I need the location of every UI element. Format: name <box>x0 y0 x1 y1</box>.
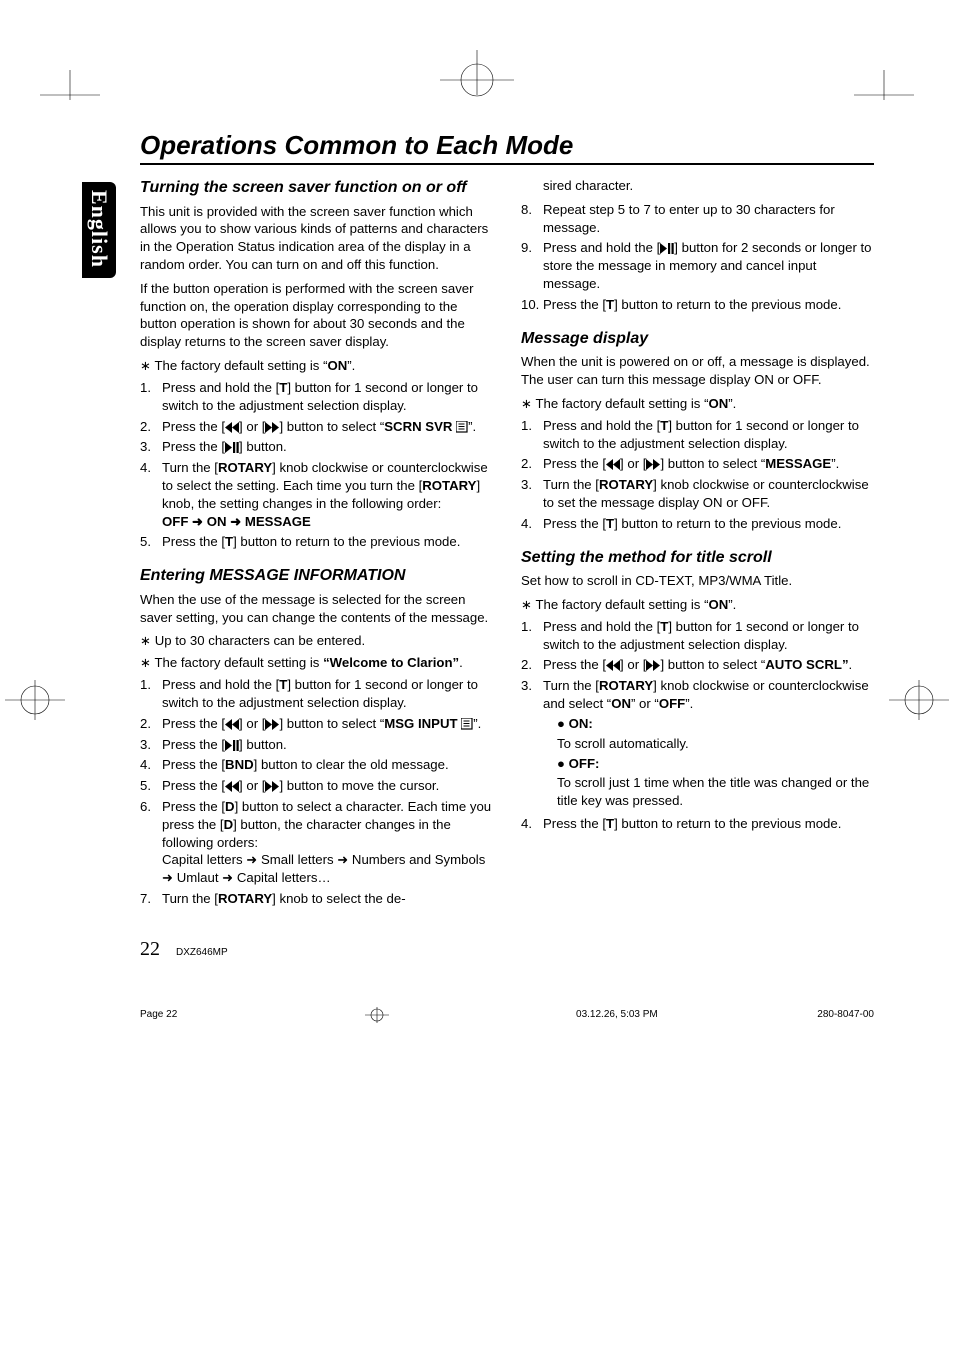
play-pause-icon <box>225 442 239 453</box>
note: ∗ The factory default setting is “ON”. <box>521 596 874 614</box>
para: When the use of the message is selected … <box>140 591 493 627</box>
steps-message-info: 1.Press and hold the [T] button for 1 se… <box>140 676 493 908</box>
fast-forward-icon <box>265 781 279 792</box>
list-icon <box>461 718 473 730</box>
rewind-icon <box>606 660 620 671</box>
rewind-icon <box>225 422 239 433</box>
continuation: sired character. <box>543 177 874 195</box>
heading-screen-saver: Turning the screen saver function on or … <box>140 177 493 199</box>
language-tab: English <box>82 182 116 278</box>
imposition-footer: Page 22 03.12.26, 5:03 PM 280-8047-00 <box>0 1001 954 1053</box>
para: When the unit is powered on or off, a me… <box>521 353 874 389</box>
left-column: Turning the screen saver function on or … <box>140 175 493 914</box>
foot-mid: 03.12.26, 5:03 PM <box>576 1009 658 1020</box>
fast-forward-icon <box>646 660 660 671</box>
steps-title-scroll: 1.Press and hold the [T] button for 1 se… <box>521 618 874 833</box>
foot-left: Page 22 <box>140 1009 177 1020</box>
crop-mark-left <box>0 680 70 720</box>
steps-continued: 8.Repeat step 5 to 7 to enter up to 30 c… <box>521 201 874 314</box>
steps-message-display: 1.Press and hold the [T] button for 1 se… <box>521 417 874 533</box>
crop-mark-top <box>0 40 954 100</box>
note: ∗ The factory default setting is “Welcom… <box>140 654 493 672</box>
note: ∗ The factory default setting is “ON”. <box>521 395 874 413</box>
note: ∗ The factory default setting is “ON”. <box>140 357 493 375</box>
crop-mark-right <box>884 680 954 720</box>
rewind-icon <box>606 459 620 470</box>
heading-message-info: Entering MESSAGE INFORMATION <box>140 565 493 587</box>
list-icon <box>456 421 468 433</box>
right-column: sired character. 8.Repeat step 5 to 7 to… <box>521 175 874 914</box>
foot-right: 280-8047-00 <box>817 1009 874 1020</box>
fast-forward-icon <box>265 422 279 433</box>
registration-mark-icon <box>363 1007 391 1023</box>
para: Set how to scroll in CD-TEXT, MP3/WMA Ti… <box>521 572 874 590</box>
rewind-icon <box>225 781 239 792</box>
note: ∗ Up to 30 characters can be entered. <box>140 632 493 650</box>
section-title: Operations Common to Each Mode <box>140 130 874 165</box>
fast-forward-icon <box>265 719 279 730</box>
play-pause-icon <box>225 740 239 751</box>
heading-message-display: Message display <box>521 328 874 350</box>
para: This unit is provided with the screen sa… <box>140 203 493 274</box>
heading-title-scroll: Setting the method for title scroll <box>521 547 874 569</box>
play-pause-icon <box>660 243 674 254</box>
rewind-icon <box>225 719 239 730</box>
fast-forward-icon <box>646 459 660 470</box>
para: If the button operation is performed wit… <box>140 280 493 351</box>
page-footer-number: 22 DXZ646MP <box>140 938 874 961</box>
steps-screen-saver: 1.Press and hold the [T] button for 1 se… <box>140 379 493 551</box>
